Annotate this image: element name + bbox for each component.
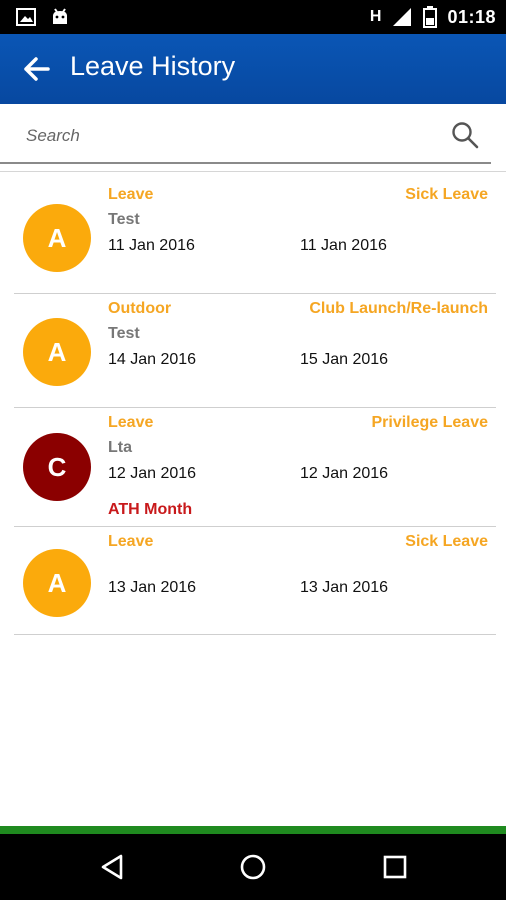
android-debug-icon — [53, 8, 67, 24]
leave-item[interactable]: A Leave Sick Leave 13 Jan 2016 13 Jan 20… — [0, 527, 506, 636]
avatar-initial: A — [47, 222, 67, 253]
back-triangle-icon[interactable] — [98, 852, 128, 882]
page-title: Leave History — [70, 51, 236, 81]
status-left-icons — [16, 8, 70, 26]
from-date: 12 Jan 2016 — [108, 465, 197, 482]
avatar-initial: A — [47, 336, 67, 367]
leave-item[interactable]: A Leave Sick Leave Test 11 Jan 2016 11 J… — [0, 172, 506, 294]
back-arrow-icon[interactable] — [22, 54, 52, 84]
leave-item[interactable]: A Outdoor Club Launch/Re-launch Test 14 … — [0, 294, 506, 408]
to-date: 11 Jan 2016 — [300, 237, 387, 254]
app-bar: Leave History — [0, 34, 506, 104]
signal-icon — [393, 8, 412, 26]
status-time: 01:18 — [447, 6, 496, 27]
leave-reason: Lta — [108, 439, 132, 456]
network-type: H — [369, 8, 382, 25]
leave-note: ATH Month — [108, 501, 193, 518]
to-date: 13 Jan 2016 — [300, 579, 389, 596]
system-nav-bar — [0, 834, 506, 900]
status-right-icons: H 01:18 — [370, 6, 496, 28]
leave-category: Outdoor — [108, 300, 172, 317]
leave-type: Club Launch/Re-launch — [309, 300, 488, 317]
leave-category: Leave — [108, 414, 154, 431]
leave-type: Privilege Leave — [371, 414, 488, 431]
status-bar: H 01:18 — [0, 0, 506, 34]
leave-reason: Test — [108, 325, 140, 342]
to-date: 15 Jan 2016 — [300, 351, 389, 368]
leave-category: Leave — [108, 186, 154, 203]
search-bar — [0, 104, 506, 168]
search-icon[interactable] — [450, 120, 480, 150]
from-date: 14 Jan 2016 — [108, 351, 197, 368]
leave-type: Sick Leave — [405, 533, 488, 550]
avatar: A — [23, 318, 91, 386]
leave-category: Leave — [108, 533, 154, 550]
recents-square-icon[interactable] — [380, 852, 410, 882]
avatar-initial: C — [47, 451, 67, 482]
bottom-accent-strip — [0, 826, 506, 834]
from-date: 13 Jan 2016 — [108, 579, 197, 596]
avatar: A — [23, 204, 91, 272]
search-underline — [0, 162, 491, 164]
avatar: C — [23, 433, 91, 501]
gallery-icon — [16, 8, 36, 26]
leave-type: Sick Leave — [405, 186, 488, 203]
to-date: 12 Jan 2016 — [300, 465, 389, 482]
leave-reason: Test — [108, 211, 140, 228]
home-circle-icon[interactable] — [238, 852, 268, 882]
from-date: 11 Jan 2016 — [108, 237, 195, 254]
leave-item[interactable]: C Leave Privilege Leave Lta 12 Jan 2016 … — [0, 408, 506, 527]
avatar-initial: A — [47, 567, 67, 598]
app-root: H 01:18 Leave History Search A Leave Sic… — [0, 0, 506, 900]
row-divider — [14, 634, 496, 635]
battery-icon — [423, 6, 438, 28]
search-input[interactable] — [26, 122, 436, 150]
avatar: A — [23, 549, 91, 617]
